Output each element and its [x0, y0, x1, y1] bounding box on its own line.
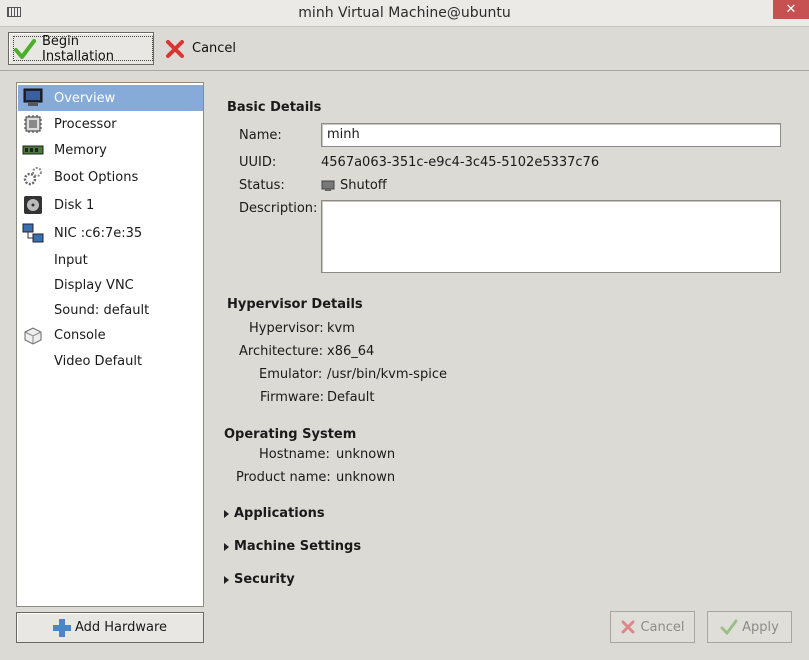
hostname-label: Hostname:: [259, 447, 330, 462]
status-value: Shutoff: [340, 178, 387, 193]
sound-icon: [22, 299, 44, 321]
machine-settings-label: Machine Settings: [234, 539, 362, 554]
monitor-icon: [22, 87, 44, 109]
sidebar-item-label: Memory: [54, 142, 107, 158]
begin-installation-label: Begin Installation: [42, 33, 115, 64]
hostname-value: unknown: [336, 447, 396, 462]
display-icon: [22, 274, 44, 296]
sidebar-item-overview[interactable]: Overview: [18, 85, 203, 111]
checkmark-icon: [720, 619, 738, 636]
product-name-value: unknown: [336, 470, 396, 485]
hypervisor-value: kvm: [327, 321, 355, 336]
checkmark-icon: [14, 38, 36, 60]
disk-icon: [22, 194, 44, 216]
name-label: Name:: [239, 128, 282, 143]
sidebar-item-memory[interactable]: Memory: [18, 137, 203, 163]
red-x-icon: [620, 619, 636, 635]
add-hardware-button[interactable]: Add Hardware: [16, 612, 204, 643]
video-icon: [22, 350, 44, 372]
input-icon: [22, 249, 44, 271]
sidebar-item-label: NIC :c6:7e:35: [54, 225, 143, 241]
expander-arrow-icon: [224, 509, 229, 518]
name-input[interactable]: minh: [321, 123, 781, 147]
description-label: Description:: [239, 201, 318, 216]
sidebar-item-label: Video Default: [54, 353, 143, 369]
architecture-value: x86_64: [327, 344, 375, 359]
sidebar-item-label: Boot Options: [54, 169, 139, 185]
basic-details-heading: Basic Details: [227, 100, 322, 115]
window-title: minh Virtual Machine@ubuntu: [298, 5, 511, 21]
hypervisor-details-heading: Hypervisor Details: [227, 297, 363, 312]
emulator-value: /usr/bin/kvm-spice: [327, 367, 447, 382]
network-icon: [22, 222, 44, 244]
sidebar-item-input[interactable]: Input: [18, 247, 203, 273]
cancel-button[interactable]: Cancel: [610, 611, 695, 643]
applications-expander[interactable]: Applications: [224, 506, 325, 521]
firmware-value: Default: [327, 390, 375, 405]
cpu-icon: [22, 113, 44, 135]
memory-icon: [22, 139, 44, 161]
apply-button[interactable]: Apply: [707, 611, 792, 643]
overview-panel: Basic Details Name: minh UUID: 4567a063-…: [215, 85, 805, 605]
operating-system-heading: Operating System: [224, 427, 357, 442]
red-x-icon: [164, 38, 186, 60]
shutoff-monitor-icon: [321, 180, 335, 192]
sidebar-item-console[interactable]: Console: [18, 322, 203, 348]
sidebar-item-boot-options[interactable]: Boot Options: [18, 164, 203, 190]
expander-arrow-icon: [224, 575, 229, 584]
console-icon: [22, 324, 44, 346]
title-bar: minh Virtual Machine@ubuntu ✕: [0, 0, 809, 27]
uuid-label: UUID:: [239, 155, 277, 170]
cancel-button-label: Cancel: [640, 619, 685, 635]
close-window-button[interactable]: ✕: [773, 0, 809, 19]
description-textarea[interactable]: [321, 200, 781, 273]
uuid-value: 4567a063-351c-e9c4-3c45-5102e5337c76: [321, 155, 600, 170]
sidebar-item-display-vnc[interactable]: Display VNC: [18, 272, 203, 298]
cancel-toolbar-button[interactable]: Cancel: [160, 32, 240, 65]
emulator-label: Emulator:: [259, 367, 323, 382]
apply-button-label: Apply: [742, 619, 779, 635]
hypervisor-label: Hypervisor:: [249, 321, 324, 336]
sidebar-item-label: Disk 1: [54, 197, 95, 213]
sidebar-item-processor[interactable]: Processor: [18, 111, 203, 137]
gears-icon: [22, 166, 44, 188]
machine-settings-expander[interactable]: Machine Settings: [224, 539, 361, 554]
sidebar-item-label: Console: [54, 327, 106, 343]
cancel-toolbar-label: Cancel: [192, 41, 237, 56]
architecture-label: Architecture:: [239, 344, 323, 359]
begin-installation-button[interactable]: Begin Installation: [8, 32, 154, 65]
sidebar-item-disk-1[interactable]: Disk 1: [18, 192, 203, 218]
status-label: Status:: [239, 178, 285, 193]
applications-label: Applications: [234, 506, 325, 521]
sidebar-item-video[interactable]: Video Default: [18, 348, 203, 374]
sidebar-item-label: Input: [54, 252, 88, 268]
plus-icon: [52, 618, 71, 637]
sidebar-item-label: Processor: [54, 116, 117, 132]
sidebar-item-nic[interactable]: NIC :c6:7e:35: [18, 220, 203, 246]
hardware-list: Overview Processor Memory Boot Options D…: [16, 82, 204, 607]
firmware-label: Firmware:: [260, 390, 324, 405]
product-name-label: Product name:: [236, 470, 331, 485]
toolbar: Begin Installation Cancel: [0, 27, 809, 71]
status-value-row: Shutoff: [321, 178, 387, 193]
security-expander[interactable]: Security: [224, 572, 295, 587]
sidebar-item-label: Overview: [54, 90, 116, 106]
sidebar-item-label: Sound: default: [54, 302, 150, 318]
sidebar-item-label: Display VNC: [54, 277, 134, 293]
security-label: Security: [234, 572, 295, 587]
add-hardware-label: Add Hardware: [74, 620, 168, 635]
expander-arrow-icon: [224, 542, 229, 551]
sidebar-item-sound[interactable]: Sound: default: [18, 297, 203, 323]
